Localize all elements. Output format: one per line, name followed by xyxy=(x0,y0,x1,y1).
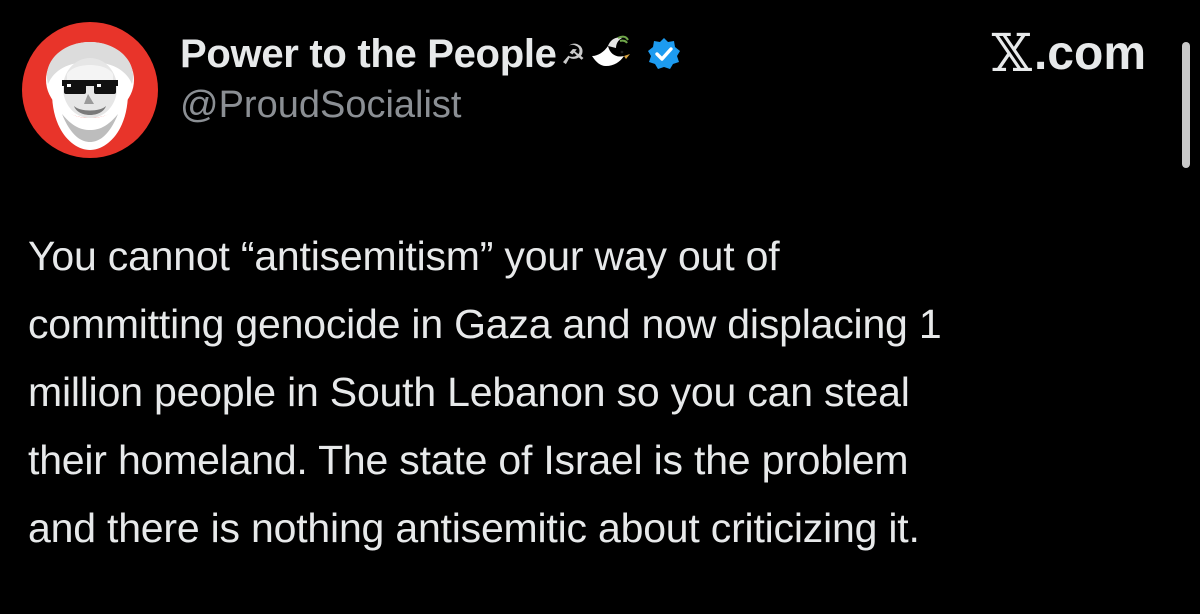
tweet-text: You cannot “antisemitism” your way out o… xyxy=(28,233,942,551)
x-logo-icon: 𝕏 xyxy=(991,23,1032,84)
verified-badge-icon xyxy=(646,36,682,72)
scrollbar-thumb[interactable] xyxy=(1182,42,1190,168)
avatar[interactable] xyxy=(22,22,158,158)
user-handle[interactable]: @ProudSocialist xyxy=(180,84,461,127)
brand-domain: .com xyxy=(1033,27,1146,80)
display-name[interactable]: Power to the People xyxy=(180,32,557,77)
dove-icon xyxy=(588,34,632,74)
karl-marx-avatar-icon xyxy=(46,42,134,150)
x-brand-logo: 𝕏 .com xyxy=(992,26,1146,81)
tweet-card: Power to the People ☭ @ProudSocialist 𝕏 … xyxy=(0,0,1200,614)
hammer-sickle-icon: ☭ xyxy=(560,37,586,71)
name-row: Power to the People ☭ xyxy=(180,28,682,80)
